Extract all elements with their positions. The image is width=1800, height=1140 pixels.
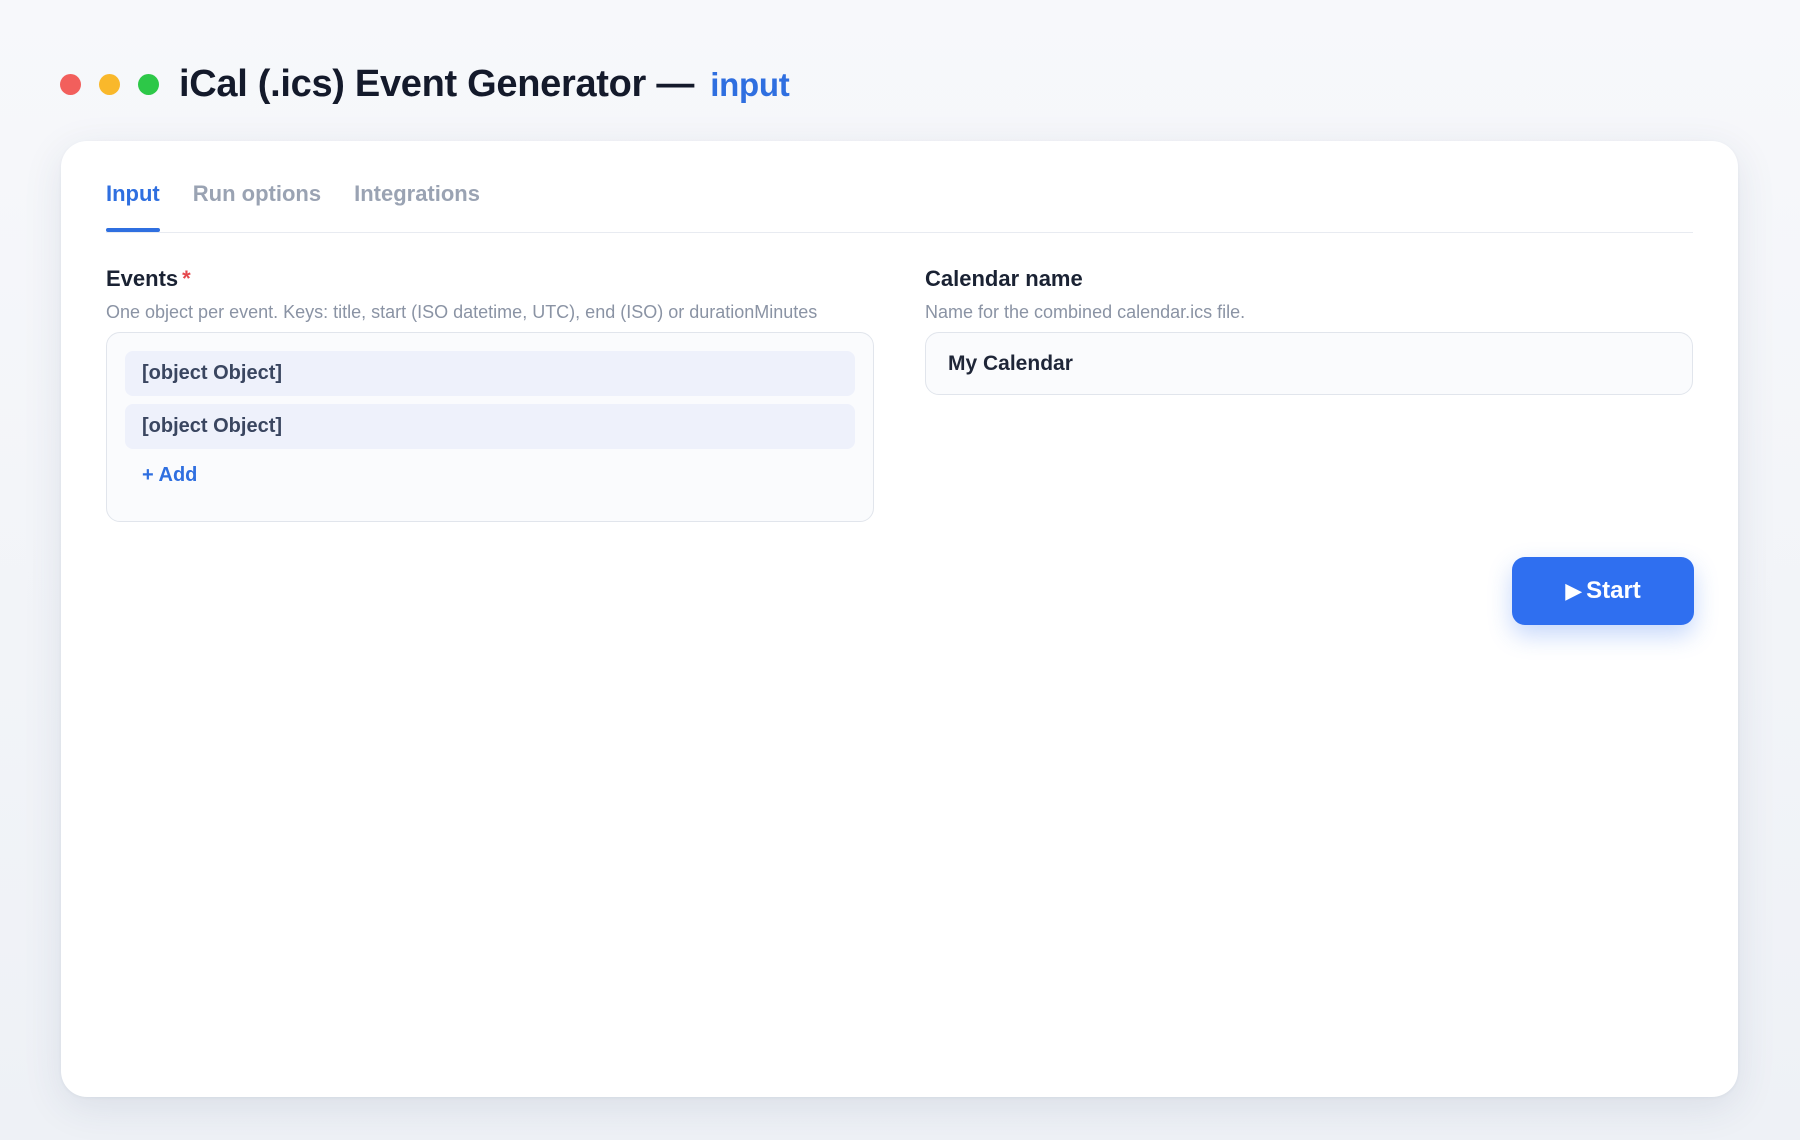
tab-bar: Input Run options Integrations [106, 177, 1693, 233]
start-button-label: Start [1586, 577, 1641, 604]
event-item[interactable]: [object Object] [125, 404, 855, 449]
calendar-name-input[interactable] [925, 332, 1693, 395]
events-label-text: Events [106, 266, 179, 291]
events-list: [object Object] [object Object] + Add [106, 332, 874, 522]
maximize-window-button[interactable] [138, 73, 159, 95]
calendar-name-label: Calendar name [925, 266, 1083, 291]
close-window-button[interactable] [60, 73, 81, 95]
required-marker: * [182, 266, 191, 291]
calendar-name-field: Calendar name Name for the combined cale… [925, 264, 1693, 395]
main-card: Input Run options Integrations Events * O… [61, 141, 1738, 1097]
title-mode: input [710, 65, 790, 103]
tab-input[interactable]: Input [106, 177, 160, 232]
tab-integrations[interactable]: Integrations [354, 177, 480, 228]
title-separator: — [656, 62, 695, 105]
app-title: iCal (.ics) Event Generator — input [179, 62, 790, 106]
add-event-button[interactable]: + Add [142, 464, 197, 487]
events-label: Events * [106, 264, 874, 294]
title-bar: iCal (.ics) Event Generator — input [60, 56, 790, 112]
play-icon: ▶ [1565, 578, 1583, 603]
events-help-text: One object per event. Keys: title, start… [106, 302, 818, 322]
app-title-text: iCal (.ics) Event Generator [179, 62, 647, 105]
event-item[interactable]: [object Object] [125, 351, 855, 396]
start-button[interactable]: ▶ Start [1512, 557, 1694, 625]
minimize-window-button[interactable] [99, 73, 120, 95]
tab-run-options[interactable]: Run options [193, 177, 321, 228]
calendar-name-help-text: Name for the combined calendar.ics file. [925, 302, 1246, 322]
events-field: Events * One object per event. Keys: titl… [106, 264, 874, 522]
